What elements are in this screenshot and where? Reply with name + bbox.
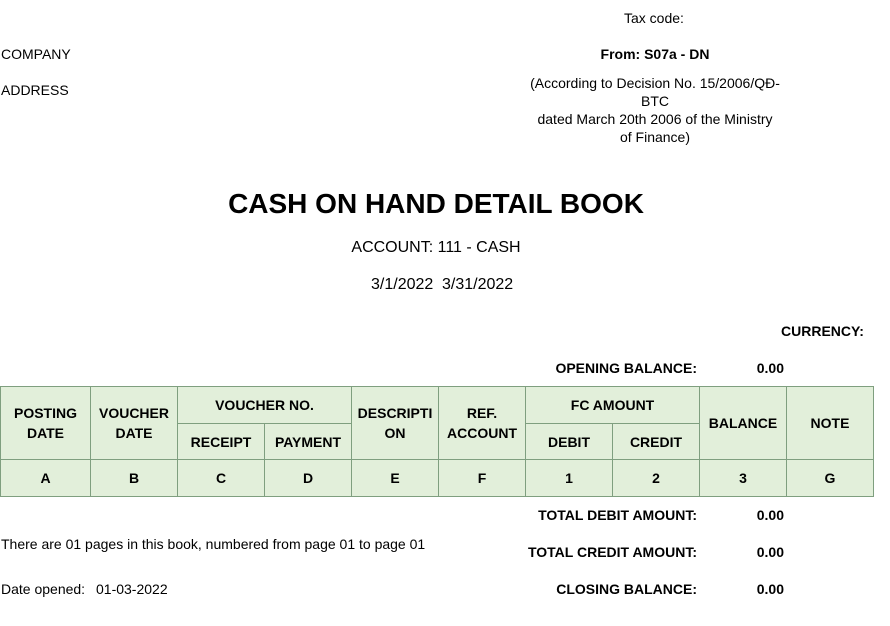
header-note: NOTE [786, 386, 874, 460]
total-credit-value: 0.00 [756, 544, 784, 560]
column-code: B [90, 459, 178, 497]
column-code: D [264, 459, 352, 497]
date-from: 3/1/2022 [371, 276, 434, 293]
column-code: 1 [525, 459, 613, 497]
decision-line-3: dated March 20th 2006 of the Ministry [537, 111, 773, 127]
closing-balance-label: CLOSING BALANCE: [556, 581, 697, 597]
pages-note: There are 01 pages in this book, numbere… [1, 536, 426, 552]
date-opened-label: Date opened: [1, 581, 86, 597]
opening-balance-value: 0.00 [756, 360, 784, 376]
detail-table: POSTING DATE VOUCHER DATE VOUCHER NO. DE… [0, 386, 874, 497]
decision-line-1: (According to Decision No. 15/2006/QĐ- [530, 75, 780, 91]
header-ref-account: REF. ACCOUNT [438, 386, 526, 460]
address-label: ADDRESS [1, 82, 69, 98]
form-label: From: S07a - DN [600, 46, 710, 62]
date-opened-value: 01-03-2022 [96, 581, 168, 597]
header-voucher-date: VOUCHER DATE [90, 386, 178, 460]
book-title: CASH ON HAND DETAIL BOOK [228, 188, 644, 219]
closing-balance-value: 0.00 [756, 581, 784, 597]
column-code: 3 [699, 459, 787, 497]
column-code: 2 [612, 459, 700, 497]
column-code: C [177, 459, 265, 497]
header-description: DESCRIPTI ON [351, 386, 439, 460]
currency-label: CURRENCY: [781, 323, 864, 339]
company-label: COMPANY [1, 46, 71, 62]
total-debit-label: TOTAL DEBIT AMOUNT: [538, 507, 697, 523]
date-to: 3/31/2022 [442, 276, 514, 293]
total-credit-label: TOTAL CREDIT AMOUNT: [527, 544, 697, 560]
header-balance: BALANCE [699, 386, 787, 460]
header-fc-amount: FC AMOUNT [525, 386, 700, 424]
header-credit: CREDIT [612, 423, 700, 460]
column-code: E [351, 459, 439, 497]
column-code: F [438, 459, 526, 497]
decision-line-2: BTC [641, 93, 669, 109]
total-debit-value: 0.00 [756, 507, 784, 523]
tax-code-label: Tax code: [624, 10, 684, 26]
header-posting-date: POSTING DATE [0, 386, 91, 460]
header-voucher-no: VOUCHER NO. [177, 386, 352, 424]
account-line: ACCOUNT: 111 - CASH [351, 239, 521, 256]
decision-line-4: of Finance) [619, 129, 691, 145]
column-code: A [0, 459, 91, 497]
header-receipt: RECEIPT [177, 423, 265, 460]
header-debit: DEBIT [525, 423, 613, 460]
header-payment: PAYMENT [264, 423, 352, 460]
opening-balance-label: OPENING BALANCE: [555, 360, 697, 376]
decision-note: (According to Decision No. 15/2006/QĐ- B… [520, 74, 790, 146]
column-code: G [786, 459, 874, 497]
